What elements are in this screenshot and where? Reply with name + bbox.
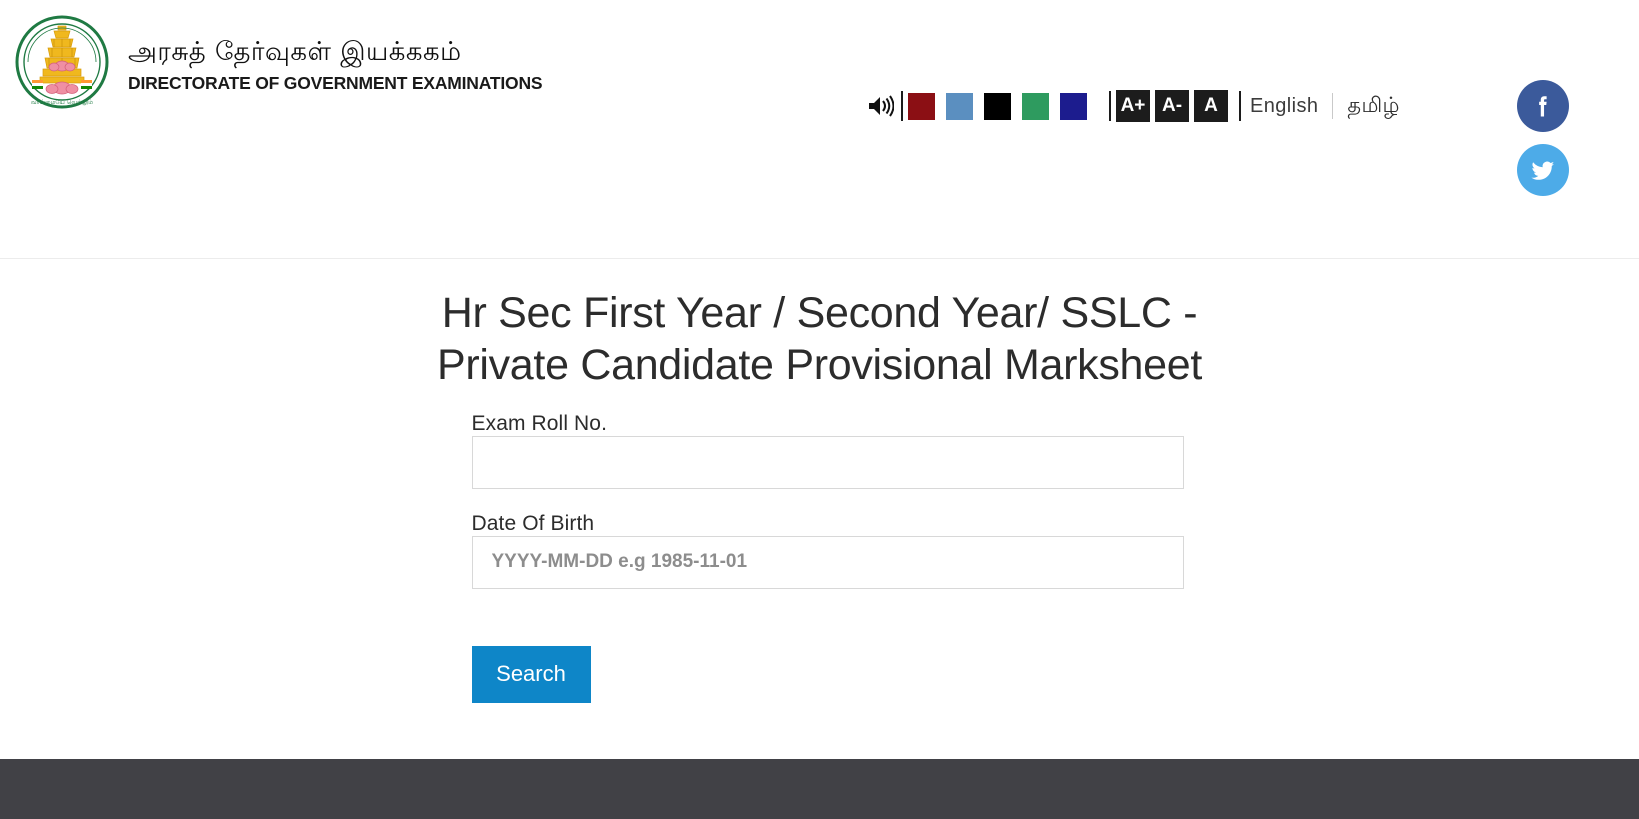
marksheet-search-form: Exam Roll No. Date Of Birth Search (464, 411, 1184, 703)
toolbar-divider-1 (901, 91, 903, 121)
search-button[interactable]: Search (471, 645, 591, 703)
exam-roll-no-label: Exam Roll No. (471, 411, 608, 435)
font-reset-button[interactable]: A (1194, 90, 1228, 122)
brand: வாய்மையே வெல்லும் அரசுத் தேர்வுகள் இயக்க… (14, 14, 543, 110)
language-english-link[interactable]: English (1250, 95, 1318, 118)
theme-steel-blue[interactable] (946, 92, 973, 120)
site-footer (0, 759, 1639, 819)
theme-green[interactable] (1022, 92, 1049, 120)
language-switcher: English தமிழ் (1250, 93, 1400, 120)
page-title: Hr Sec First Year / Second Year/ SSLC - … (436, 289, 1203, 390)
speaker-volume-icon[interactable] (866, 90, 896, 122)
tamil-nadu-government-emblem: வாய்மையே வெல்லும் (14, 14, 110, 110)
toolbar-divider-3 (1239, 91, 1241, 121)
date-of-birth-label: Date Of Birth (471, 511, 595, 535)
social-links (1517, 80, 1569, 196)
accessibility-toolbar: A+ A- A English தமிழ் (866, 88, 1400, 124)
svg-text:வாய்மையே வெல்லும்: வாய்மையே வெல்லும் (31, 99, 93, 106)
brand-title-english: DIRECTORATE OF GOVERNMENT EXAMINATIONS (128, 72, 543, 93)
font-increase-button[interactable]: A+ (1116, 90, 1150, 122)
brand-text: அரசுத் தேர்வுகள் இயக்ககம் DIRECTORATE OF… (128, 30, 543, 94)
twitter-icon (1531, 161, 1555, 180)
facebook-share-button[interactable] (1517, 80, 1569, 132)
font-decrease-button[interactable]: A- (1155, 90, 1189, 122)
main-content: Hr Sec First Year / Second Year/ SSLC - … (0, 287, 1639, 787)
theme-dark-red[interactable] (908, 92, 935, 120)
language-tamil-link[interactable]: தமிழ் (1347, 93, 1399, 120)
brand-title-tamil: அரசுத் தேர்வுகள் இயக்ககம் (128, 37, 462, 68)
theme-navy[interactable] (1060, 92, 1087, 120)
site-header: வாய்மையே வெல்லும் அரசுத் தேர்வுகள் இயக்க… (0, 0, 1639, 259)
exam-roll-no-input[interactable] (471, 435, 1184, 489)
date-of-birth-input[interactable] (471, 535, 1184, 589)
facebook-icon (1539, 96, 1547, 117)
field-spacer (472, 489, 1176, 512)
toolbar-divider-2 (1109, 91, 1111, 121)
language-divider (1332, 93, 1334, 119)
theme-black[interactable] (984, 92, 1011, 120)
twitter-share-button[interactable] (1517, 144, 1569, 196)
